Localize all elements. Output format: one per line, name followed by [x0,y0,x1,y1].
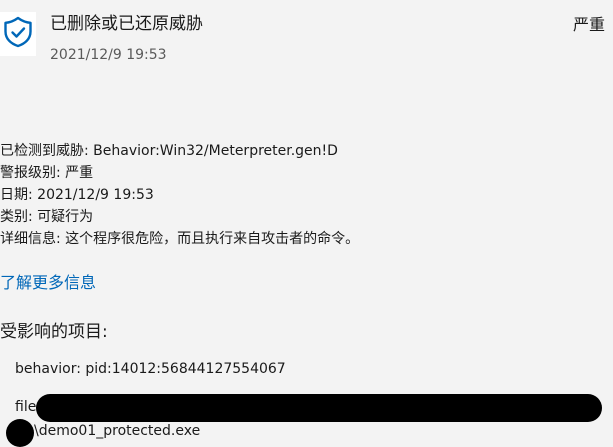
category-label: 类别: [0,209,33,225]
learn-more-link[interactable]: 了解更多信息 [0,272,96,294]
shield-check-icon [3,16,33,52]
severity-badge: 严重 [572,15,605,34]
redaction-dot [6,419,34,447]
description-value: 这个程序很危险，而且执行来自攻击者的命令。 [65,231,360,247]
category-row: 类别: 可疑行为 [0,206,359,228]
affected-item-behavior: behavior: pid:14012:56844127554067 [15,361,286,377]
detected-threat-label: 已检测到威胁: [0,143,89,159]
event-timestamp: 2021/12/9 19:53 [50,47,167,63]
threat-details: 已检测到威胁: Behavior:Win32/Meterpreter.gen!D… [0,140,359,250]
detected-threat-value: Behavior:Win32/Meterpreter.gen!D [93,143,338,159]
redaction-bar [36,394,602,422]
date-value: 2021/12/9 19:53 [37,187,154,203]
description-label: 详细信息: [0,231,61,247]
alert-level-row: 警报级别: 严重 [0,162,359,184]
description-row: 详细信息: 这个程序很危险，而且执行来自攻击者的命令。 [0,228,359,250]
threat-status-icon-container [0,12,36,56]
date-label: 日期: [0,187,33,203]
alert-level-value: 严重 [65,165,94,181]
affected-item-file-path: \demo01_protected.exe [34,423,201,439]
date-row: 日期: 2021/12/9 19:53 [0,184,359,206]
affected-items-heading: 受影响的项目: [0,322,108,342]
page-title: 已删除或已还原威胁 [50,14,203,34]
category-value: 可疑行为 [37,209,94,225]
alert-level-label: 警报级别: [0,165,61,181]
detected-threat-row: 已检测到威胁: Behavior:Win32/Meterpreter.gen!D [0,140,359,162]
